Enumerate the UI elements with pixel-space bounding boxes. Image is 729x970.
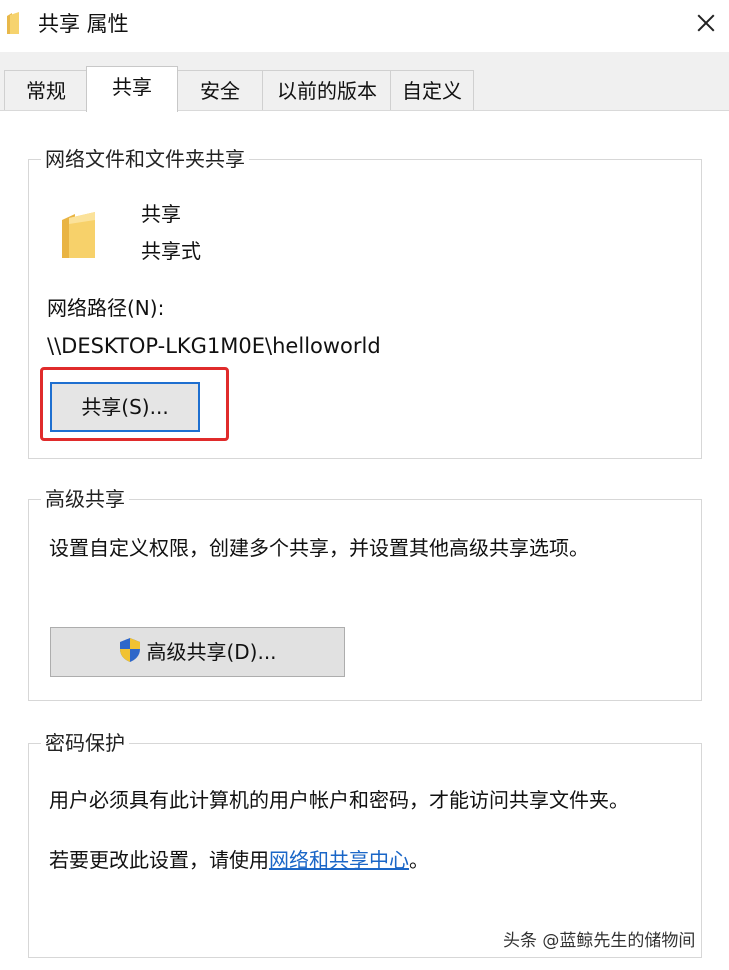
tab-panel: 网络文件和文件夹共享 共享 共享式 网络路径(N): \\DESKTOP-LKG… (0, 110, 729, 970)
password-protection-group: 密码保护 用户必须具有此计算机的用户帐户和密码，才能访问共享文件夹。 若要更改此… (28, 729, 702, 958)
group-title: 高级共享 (41, 485, 129, 513)
advanced-sharing-button[interactable]: 高级共享(D)... (50, 627, 345, 677)
folder-icon (7, 12, 19, 34)
watermark: 头条 @蓝鲸先生的储物间 (503, 931, 696, 951)
password-protection-description: 用户必须具有此计算机的用户帐户和密码，才能访问共享文件夹。 (49, 788, 629, 812)
folder-status: 共享式 (141, 239, 201, 263)
tab-sharing[interactable]: 共享 (86, 66, 178, 112)
advanced-sharing-description: 设置自定义权限，创建多个共享，并设置其他高级共享选项。 (49, 536, 589, 560)
network-path-label: 网络路径(N): (47, 296, 165, 320)
group-title: 网络文件和文件夹共享 (41, 145, 249, 173)
tab-general[interactable]: 常规 (4, 70, 88, 110)
network-path-value: \\DESKTOP-LKG1M0E\helloworld (47, 334, 381, 358)
tab-strip: 常规 共享 安全 以前的版本 自定义 (0, 52, 729, 112)
tab-security[interactable]: 安全 (176, 70, 264, 110)
password-change-text: 若要更改此设置，请使用网络和共享中心。 (49, 848, 429, 872)
network-sharing-center-link[interactable]: 网络和共享中心 (269, 848, 409, 872)
tab-previous-versions[interactable]: 以前的版本 (262, 70, 392, 110)
tab-customize[interactable]: 自定义 (390, 70, 474, 110)
share-button[interactable]: 共享(S)... (50, 382, 200, 432)
shield-icon (120, 638, 141, 662)
folder-icon (62, 212, 95, 258)
folder-name: 共享 (141, 202, 181, 226)
window-title: 共享 属性 (38, 12, 129, 36)
group-title: 密码保护 (41, 729, 129, 757)
title-bar: 共享 属性 (0, 0, 729, 52)
advanced-sharing-button-label: 高级共享(D)... (146, 640, 277, 664)
close-icon[interactable] (683, 0, 729, 46)
